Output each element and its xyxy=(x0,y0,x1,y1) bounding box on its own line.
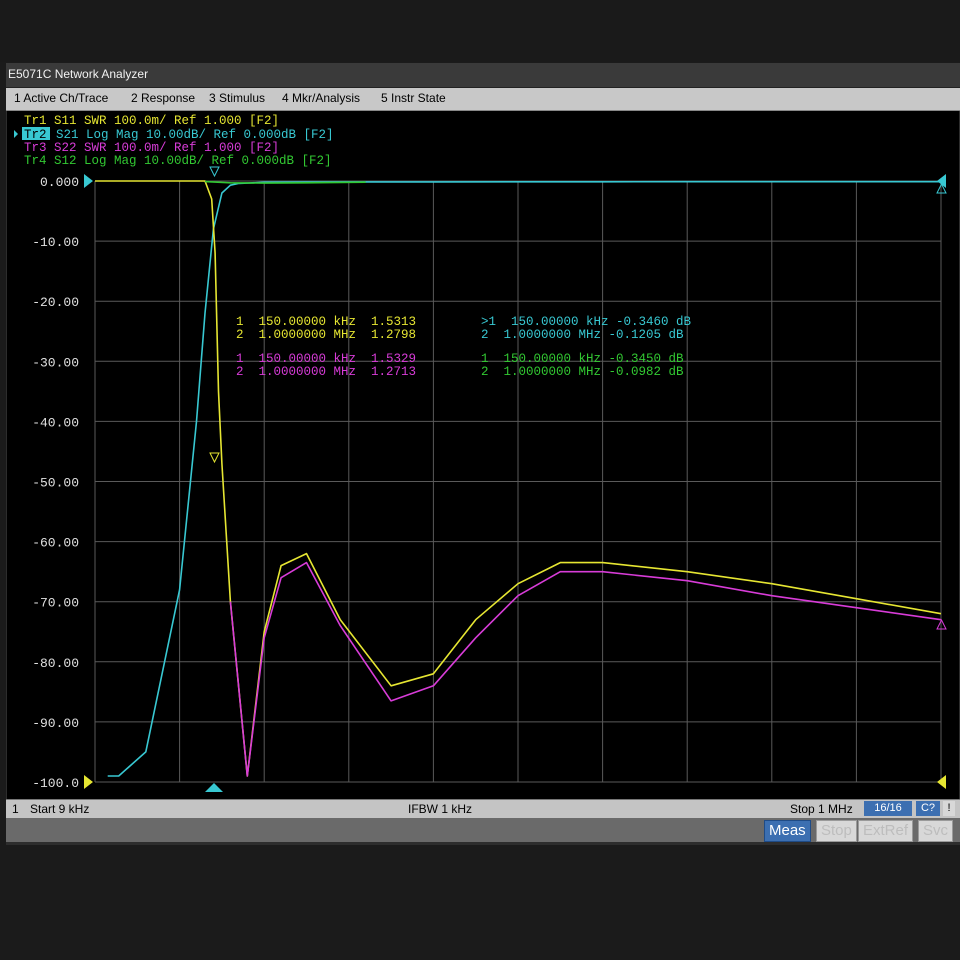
y-tick-label: -20.00 xyxy=(32,295,79,310)
marker-tr2-row-1: >1 150.00000 kHz -0.3460 dB xyxy=(481,315,692,329)
trace-label-tr1[interactable]: Tr1 S11 SWR 100.0m/ Ref 1.000 [F2] xyxy=(24,114,279,128)
warning-badge: ! xyxy=(943,801,955,816)
start-frequency[interactable]: Start 9 kHz xyxy=(30,802,89,816)
status-bar: 1 Start 9 kHz IFBW 1 kHz Stop 1 MHz 16/1… xyxy=(6,799,960,818)
analyzer-window: E5071C Network Analyzer 1 Active Ch/Trac… xyxy=(6,63,960,845)
channel-number: 1 xyxy=(12,802,19,816)
marker-tr2-row-2: 2 1.0000000 MHz -0.1205 dB xyxy=(481,328,684,342)
menu-stimulus[interactable]: 3 Stimulus xyxy=(209,91,265,105)
marker-tr4-row-2: 2 1.0000000 MHz -0.0982 dB xyxy=(481,365,684,379)
chart-svg: 0.000 -10.00 -20.00 -30.00 -40.00 -50.00 -60.0… xyxy=(14,114,947,792)
stop-frequency[interactable]: Stop 1 MHz xyxy=(790,802,853,816)
ifbw-readout[interactable]: IFBW 1 kHz xyxy=(408,802,472,816)
active-trace-pointer-icon xyxy=(14,130,18,138)
trace-tag-tr2[interactable]: Tr2 xyxy=(24,128,47,142)
menu-bar: 1 Active Ch/Trace 2 Response 3 Stimulus … xyxy=(6,88,960,111)
menu-mkr-analysis[interactable]: 4 Mkr/Analysis xyxy=(282,91,360,105)
y-tick-labels: 0.000 -10.00 -20.00 -30.00 -40.00 -50.00 -60.0… xyxy=(32,175,79,791)
marker-tr3-row-1: 1 150.00000 kHz 1.5329 xyxy=(236,352,416,366)
monitor-bezel-bottom xyxy=(0,846,960,960)
y-tick-label: -40.00 xyxy=(32,415,79,430)
y-tick-label: -50.00 xyxy=(32,476,79,491)
y-tick-label: -70.00 xyxy=(32,596,79,611)
y-tick-label: -10.00 xyxy=(32,235,79,250)
stimulus-marker-icon[interactable] xyxy=(205,783,223,792)
marker-tr3-row-2: 2 1.0000000 MHz 1.2713 xyxy=(236,365,416,379)
marker-1-tr1-icon[interactable] xyxy=(209,452,220,464)
trace-label-tr2[interactable]: S21 Log Mag 10.00dB/ Ref 0.000dB [F2] xyxy=(56,128,334,142)
window-title: E5071C Network Analyzer xyxy=(8,67,149,81)
marker-tr1-row-1: 1 150.00000 kHz 1.5313 xyxy=(236,315,416,329)
y-tick-label: 0.000 xyxy=(40,175,79,190)
meas-button[interactable]: Meas xyxy=(764,820,811,842)
instrument-status-buttons: Meas Stop ExtRef Svc xyxy=(6,818,960,842)
trace-label-tr3[interactable]: Tr3 S22 SWR 100.0m/ Ref 1.000 [F2] xyxy=(24,141,279,155)
cal-status-badge: C? xyxy=(916,801,940,816)
reference-arrow-left-icon[interactable] xyxy=(84,174,93,188)
svc-button[interactable]: Svc xyxy=(918,820,954,842)
graticule xyxy=(94,180,942,783)
menu-instr-state[interactable]: 5 Instr State xyxy=(381,91,446,105)
extref-button[interactable]: ExtRef xyxy=(858,820,914,842)
y-tick-label: -80.00 xyxy=(32,656,79,671)
y-tick-label: -90.00 xyxy=(32,716,79,731)
menu-active-ch-trace[interactable]: 1 Active Ch/Trace xyxy=(14,91,108,105)
marker-tr1-row-2: 2 1.0000000 MHz 1.2798 xyxy=(236,328,416,342)
marker-tr4-row-1: 1 150.00000 kHz -0.3450 dB xyxy=(481,352,684,366)
y-tick-label: -100.0 xyxy=(32,776,79,791)
y-tick-label: -60.00 xyxy=(32,536,79,551)
y-tick-label: -30.00 xyxy=(32,355,79,370)
stop-button[interactable]: Stop xyxy=(816,820,857,842)
trace-label-tr4[interactable]: Tr4 S12 Log Mag 10.00dB/ Ref 0.000dB [F2… xyxy=(24,154,332,168)
trace-line-tr2 xyxy=(107,180,941,777)
monitor-bezel-top xyxy=(0,0,960,62)
title-bar[interactable]: E5071C Network Analyzer xyxy=(6,63,960,88)
points-badge: 16/16 xyxy=(864,801,912,816)
measurement-display[interactable]: 0.000 -10.00 -20.00 -30.00 -40.00 -50.00 -60.0… xyxy=(7,111,959,799)
reference-arrow-left-bottom-icon[interactable] xyxy=(84,775,93,789)
menu-response[interactable]: 2 Response xyxy=(131,91,195,105)
marker-1-tr2-icon[interactable] xyxy=(209,166,220,178)
